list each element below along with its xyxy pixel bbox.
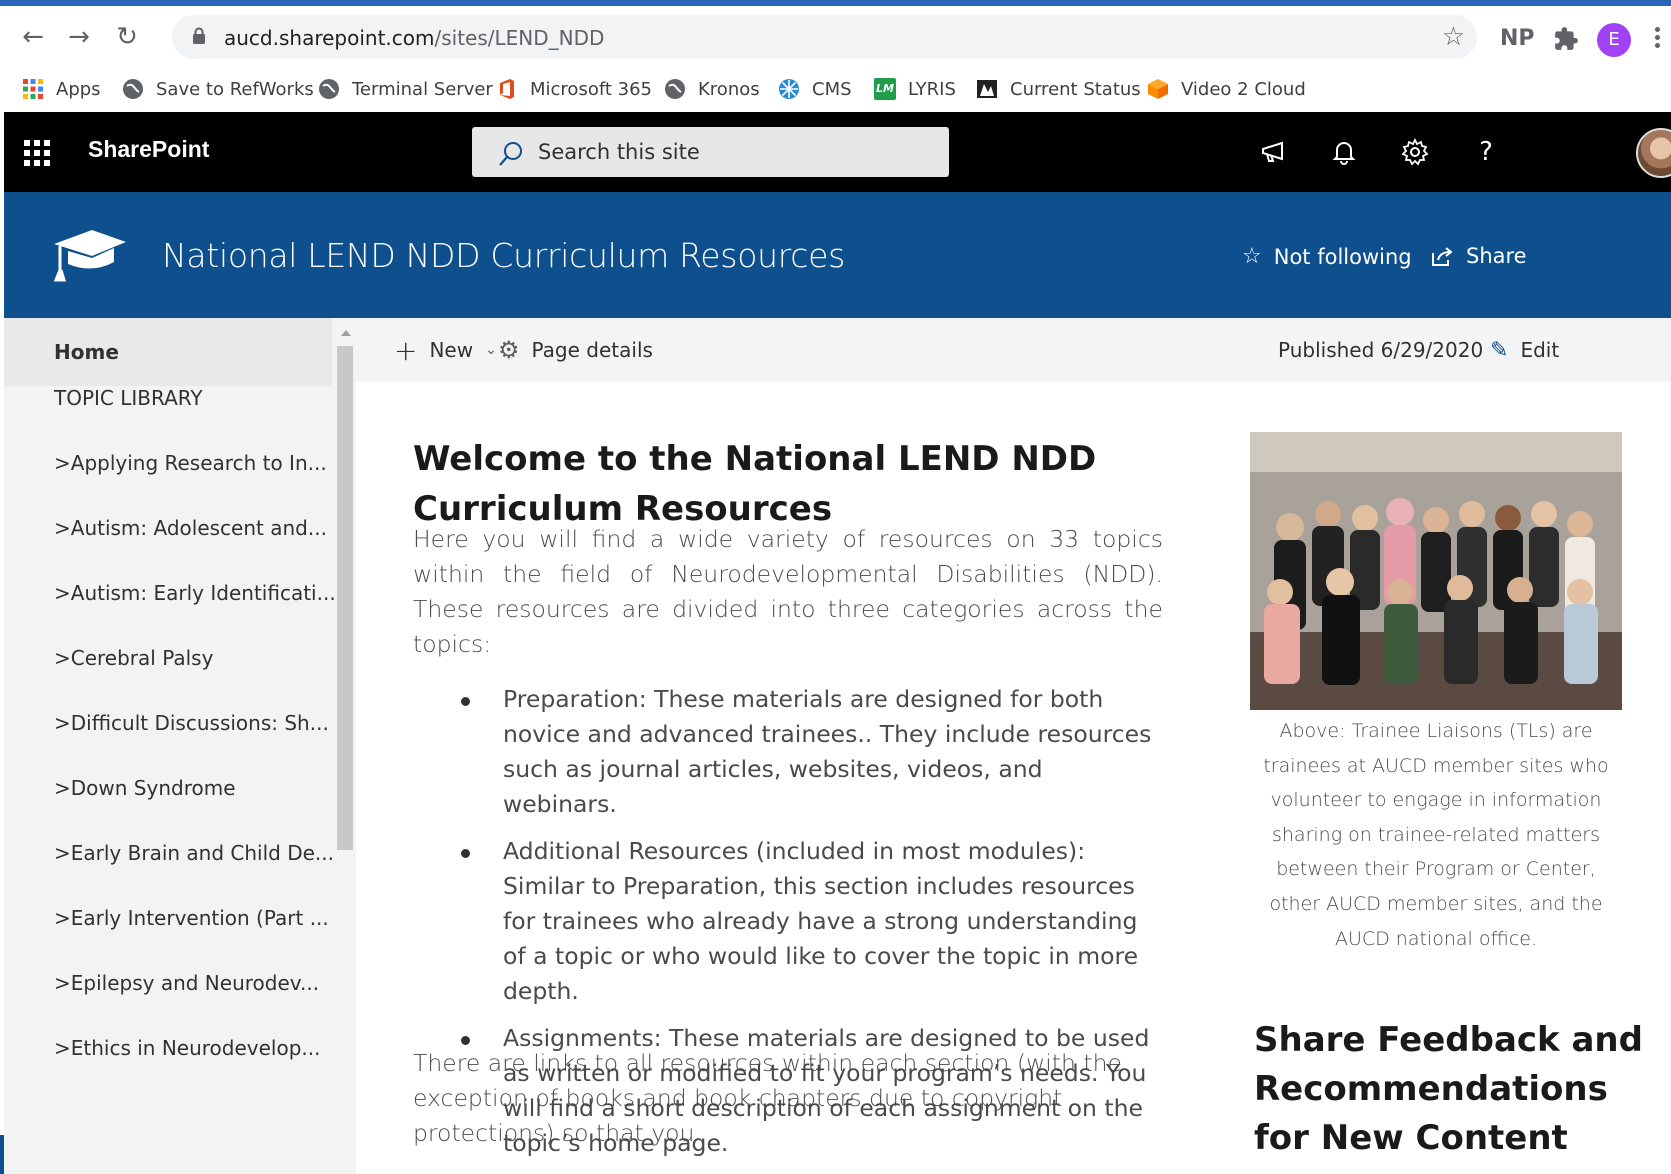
- status-page-icon: [977, 80, 997, 98]
- site-header: National LEND NDD Curriculum Resources ☆…: [4, 192, 1671, 318]
- suite-bar: SharePoint ?: [4, 112, 1671, 192]
- forward-arrow-icon[interactable]: →: [64, 22, 94, 52]
- follow-label: Not following: [1273, 244, 1412, 269]
- app-launcher-waffle-icon[interactable]: [24, 140, 52, 166]
- nav-item-topic[interactable]: >Autism: Early Identificati...: [54, 581, 336, 605]
- np-extension-icon[interactable]: NP: [1500, 23, 1535, 55]
- bookmark-apps[interactable]: Apps: [22, 74, 101, 104]
- notification-bell-icon[interactable]: [1324, 132, 1364, 172]
- bookmark-label: LYRIS: [908, 78, 956, 100]
- published-date: Published 6/29/2020: [1278, 338, 1484, 362]
- globe-icon: [123, 79, 143, 99]
- bookmark-label: Save to RefWorks: [156, 78, 314, 100]
- globe-icon: [665, 79, 685, 99]
- user-avatar[interactable]: [1636, 128, 1671, 178]
- page-content: Welcome to the National LEND NDD Curricu…: [356, 382, 1671, 1174]
- left-navigation: Home TOPIC LIBRARY >Applying Research to…: [4, 318, 356, 1174]
- bookmark-kronos[interactable]: Kronos: [664, 74, 760, 104]
- megaphone-icon[interactable]: [1254, 132, 1294, 172]
- reload-icon[interactable]: ↻: [112, 22, 142, 52]
- page-details-label: Page details: [531, 338, 653, 362]
- feedback-heading: Share Feedback and Recommendations for N…: [1254, 1020, 1643, 1158]
- bookmark-current-status[interactable]: Current Status: [976, 74, 1141, 104]
- nav-home-label: Home: [54, 340, 119, 364]
- follow-button[interactable]: ☆ Not following: [1242, 244, 1412, 269]
- welcome-heading: Welcome to the National LEND NDD Curricu…: [413, 439, 1097, 529]
- nav-item-topic[interactable]: >Cerebral Palsy: [54, 646, 213, 670]
- office-logo-icon: [500, 79, 514, 99]
- nav-section-topic-library[interactable]: TOPIC LIBRARY: [54, 386, 203, 410]
- bookmark-label: CMS: [812, 78, 852, 100]
- cms-logo-icon: [779, 79, 799, 99]
- orange-cube-icon: [1148, 79, 1168, 99]
- pencil-icon: ✎: [1490, 337, 1509, 363]
- photo-caption: Above: Trainee Liaisons (TLs) are traine…: [1263, 720, 1609, 950]
- scrollbar-thumb[interactable]: [337, 346, 353, 850]
- star-outline-icon: ☆: [1242, 244, 1262, 269]
- bookmark-label: Kronos: [698, 78, 760, 100]
- nav-item-topic[interactable]: >Difficult Discussions: Sh...: [54, 711, 329, 735]
- bookmark-star-icon[interactable]: ☆: [1442, 23, 1465, 51]
- edit-label: Edit: [1520, 338, 1560, 362]
- nav-item-topic[interactable]: >Down Syndrome: [54, 776, 236, 800]
- site-search-box[interactable]: [472, 127, 949, 177]
- share-label: Share: [1466, 244, 1527, 268]
- browser-menu-icon[interactable]: [1655, 24, 1665, 54]
- share-icon: [1432, 247, 1453, 266]
- nav-item-topic[interactable]: >Epilepsy and Neurodev...: [54, 971, 319, 995]
- browser-toolbar: ← → ↻ aucd.sharepoint.com/sites/LEND_NDD…: [0, 6, 1671, 66]
- puzzle-extensions-icon[interactable]: [1553, 23, 1579, 55]
- page-details-button[interactable]: ⚙ Page details: [498, 318, 653, 382]
- new-label: New: [429, 338, 474, 362]
- search-input[interactable]: [538, 139, 918, 165]
- bookmark-label: Current Status: [1010, 78, 1141, 100]
- nav-item-topic[interactable]: >Early Brain and Child De...: [54, 841, 334, 865]
- search-icon: [499, 142, 522, 166]
- share-button[interactable]: Share: [1430, 244, 1527, 268]
- window-edge-accent: [0, 1135, 4, 1174]
- bookmarks-bar: Apps Save to RefWorks Terminal Server Mi…: [0, 66, 1671, 112]
- plus-icon: +: [394, 333, 418, 367]
- bookmark-lyris[interactable]: LM LYRIS: [874, 74, 956, 104]
- list-item: Additional Resources (included in most m…: [461, 834, 1161, 1009]
- list-item: Preparation: These materials are designe…: [461, 682, 1161, 822]
- nav-item-topic[interactable]: >Applying Research to In...: [54, 451, 327, 475]
- lock-icon: [193, 27, 205, 44]
- nav-item-home[interactable]: Home: [4, 318, 332, 386]
- links-paragraph: There are links to all resources within …: [413, 1049, 1122, 1147]
- new-button[interactable]: + New ⌄: [394, 318, 497, 382]
- nav-item-topic[interactable]: >Ethics in Neurodevelop...: [54, 1036, 321, 1060]
- command-bar: + New ⌄ ⚙ Page details Published 6/29/20…: [356, 318, 1671, 382]
- bookmark-terminal-server[interactable]: Terminal Server: [318, 74, 493, 104]
- bookmark-label: Apps: [56, 78, 101, 100]
- apps-grid-icon: [23, 79, 43, 99]
- help-question-icon[interactable]: ?: [1466, 132, 1506, 172]
- chevron-down-icon: ⌄: [485, 342, 497, 358]
- intro-paragraph: Here you will find a wide variety of res…: [413, 525, 1163, 658]
- address-bar[interactable]: aucd.sharepoint.com/sites/LEND_NDD ☆: [172, 15, 1477, 59]
- settings-gear-icon[interactable]: [1395, 132, 1435, 172]
- site-title[interactable]: National LEND NDD Curriculum Resources: [162, 236, 845, 275]
- url-text: aucd.sharepoint.com/sites/LEND_NDD: [224, 26, 605, 50]
- bookmark-label: Terminal Server: [352, 78, 493, 100]
- profile-avatar[interactable]: E: [1597, 23, 1631, 57]
- nav-scrollbar[interactable]: [334, 318, 356, 1174]
- back-arrow-icon[interactable]: ←: [18, 22, 48, 52]
- bookmark-microsoft-365[interactable]: Microsoft 365: [496, 74, 652, 104]
- edit-button[interactable]: ✎ Edit: [1490, 318, 1559, 382]
- bookmark-label: Microsoft 365: [530, 78, 652, 100]
- bookmark-video-2-cloud[interactable]: Video 2 Cloud: [1147, 74, 1306, 104]
- lyris-logo-icon: LM: [874, 78, 896, 100]
- nav-item-topic[interactable]: >Early Intervention (Part ...: [54, 906, 329, 930]
- scroll-up-arrow-icon[interactable]: [341, 330, 351, 336]
- gear-icon: ⚙: [498, 336, 520, 364]
- globe-icon: [319, 79, 339, 99]
- bookmark-label: Video 2 Cloud: [1181, 78, 1306, 100]
- graduation-cap-logo-icon: [53, 230, 126, 282]
- nav-item-topic[interactable]: >Autism: Adolescent and...: [54, 516, 327, 540]
- group-photo[interactable]: [1250, 432, 1622, 710]
- bookmark-cms[interactable]: CMS: [778, 74, 852, 104]
- sharepoint-brand[interactable]: SharePoint: [88, 136, 209, 163]
- bookmark-save-to-refworks[interactable]: Save to RefWorks: [122, 74, 314, 104]
